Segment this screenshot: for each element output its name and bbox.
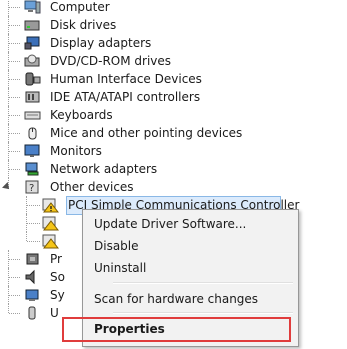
warning-device-icon	[42, 216, 59, 231]
tree-item-ide-ata-atapi-controllers[interactable]: IDE ATA/ATAPI controllers	[0, 88, 347, 106]
tree-item-display-adapters[interactable]: Display adapters	[0, 34, 347, 52]
tree-item-computer[interactable]: Computer	[0, 0, 347, 16]
tree-item-monitors[interactable]: Monitors	[0, 142, 347, 160]
processor-icon	[26, 253, 39, 265]
tree-item-other-devices[interactable]: ? Other devices	[0, 178, 347, 196]
menu-item-label: Uninstall	[94, 261, 147, 275]
mouse-icon	[28, 127, 37, 140]
menu-separator	[113, 282, 293, 284]
properties-highlight-box	[62, 317, 291, 342]
tree-item-label: Mice and other pointing devices	[50, 126, 243, 140]
menu-item-uninstall[interactable]: Uninstall	[83, 257, 298, 279]
tree-item-label: Pr	[50, 252, 62, 266]
menu-item-scan-hardware[interactable]: Scan for hardware changes	[83, 288, 298, 310]
other-devices-icon: ?	[25, 180, 39, 194]
menu-item-disable[interactable]: Disable	[83, 235, 298, 257]
tree-item-label: U	[50, 306, 59, 320]
tree-item-label: Human Interface Devices	[50, 72, 202, 86]
tree-item-network-adapters[interactable]: Network adapters	[0, 160, 347, 178]
menu-item-label: Disable	[94, 239, 139, 253]
svg-text:?: ?	[29, 183, 34, 194]
ide-controller-icon	[25, 91, 40, 103]
expand-arrow-icon[interactable]	[2, 182, 12, 192]
monitor-icon	[24, 144, 40, 157]
tree-item-label: Computer	[50, 0, 110, 14]
menu-item-label: Update Driver Software...	[94, 217, 247, 231]
menu-item-update-driver[interactable]: Update Driver Software...	[83, 213, 298, 235]
system-icon	[25, 289, 39, 301]
tree-item-label: Network adapters	[50, 162, 158, 176]
tree-item-disk-drives[interactable]: Disk drives	[0, 16, 347, 34]
keyboard-icon	[24, 111, 41, 120]
tree-item-label: So	[50, 270, 65, 284]
tree-item-mice[interactable]: Mice and other pointing devices	[0, 124, 347, 142]
network-adapter-icon	[25, 162, 39, 176]
menu-item-label: Scan for hardware changes	[94, 292, 259, 306]
tree-item-label: Sy	[50, 288, 65, 302]
menu-separator	[113, 312, 293, 314]
tree-item-label: Keyboards	[50, 108, 113, 122]
tree-item-label: Display adapters	[50, 36, 152, 50]
tree-item-keyboards[interactable]: Keyboards	[0, 106, 347, 124]
tree-item-label: Disk drives	[50, 18, 117, 32]
usb-icon	[28, 306, 36, 320]
computer-icon	[24, 0, 41, 14]
tree-item-label: Monitors	[50, 144, 102, 158]
sound-icon	[25, 269, 35, 285]
display-adapter-icon	[24, 36, 40, 50]
tree-item-dvd-cd-rom-drives[interactable]: DVD/CD-ROM drives	[0, 52, 347, 70]
warning-device-icon	[42, 198, 59, 213]
tree-item-label: DVD/CD-ROM drives	[50, 54, 172, 68]
tree-item-label: IDE ATA/ATAPI controllers	[50, 90, 201, 104]
disk-drive-icon	[24, 20, 40, 31]
warning-device-icon	[42, 234, 59, 249]
tree-item-label: Other devices	[50, 180, 134, 194]
hid-icon	[25, 72, 41, 86]
dvd-drive-icon	[24, 54, 40, 67]
tree-item-human-interface-devices[interactable]: Human Interface Devices	[0, 70, 347, 88]
